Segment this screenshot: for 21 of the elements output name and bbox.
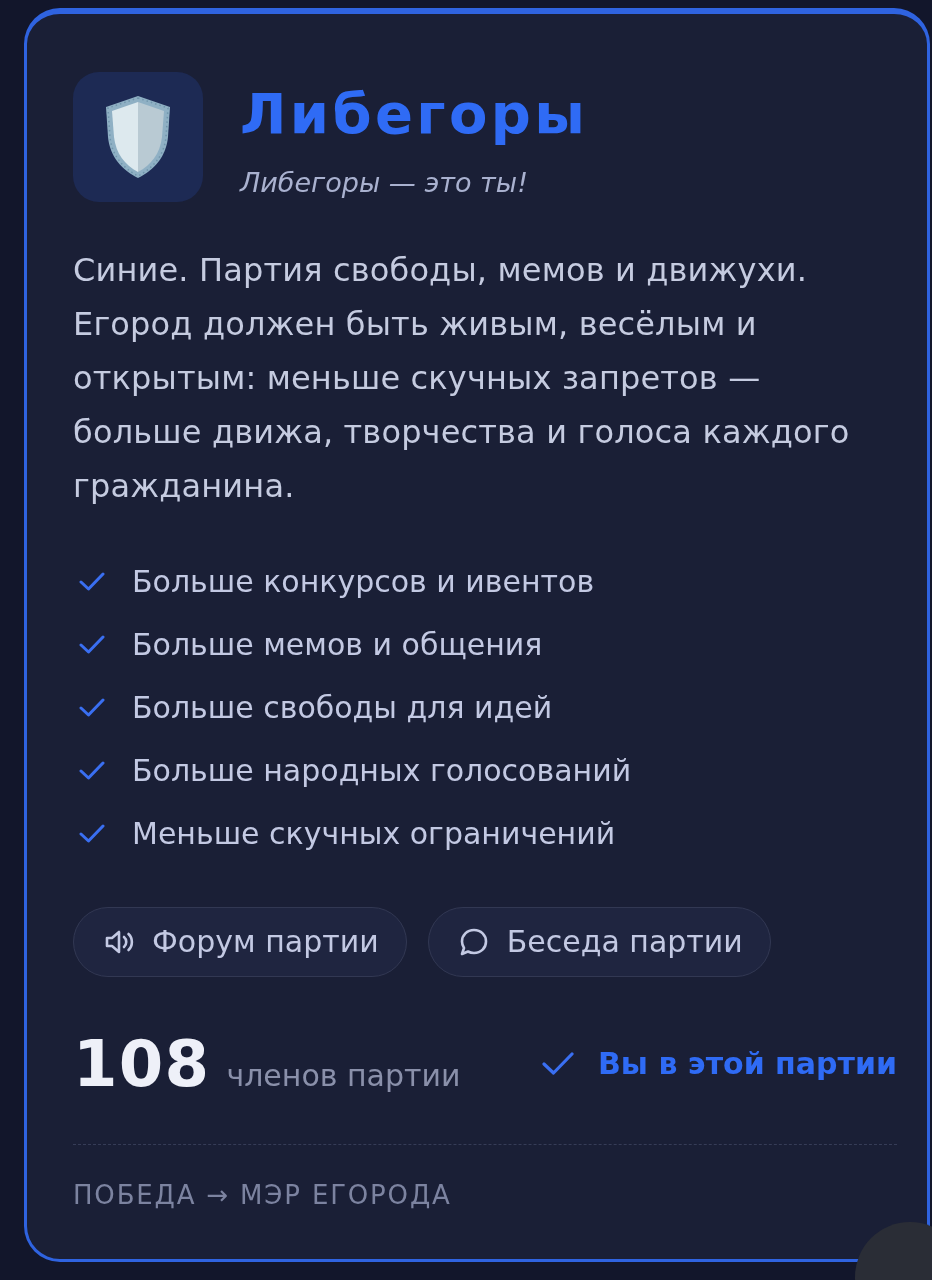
goal-text: Больше конкурсов и ивентов xyxy=(132,563,595,600)
chat-icon xyxy=(458,927,489,957)
goal-text: Больше свободы для идей xyxy=(132,689,553,726)
shield-icon xyxy=(73,72,203,202)
party-description: Синие. Партия свободы, мемов и движухи. Егород должен быть живым, весёлым и открытым: меньше скучных запретов — больше движа, творчества и голоса каждого гражданина. xyxy=(73,250,851,507)
speaker-icon xyxy=(104,929,134,955)
member-count: 108 xyxy=(73,1032,211,1096)
goal-text: Меньше скучных ограничений xyxy=(132,815,616,852)
goal-text: Больше народных голосований xyxy=(132,752,632,789)
forum-button[interactable]: Форум партии xyxy=(73,907,407,977)
chat-button[interactable]: Беседа партии xyxy=(427,907,771,977)
member-count-label: членов партии xyxy=(226,1061,461,1091)
check-icon xyxy=(79,697,105,718)
membership-status: Вы в этой партии xyxy=(598,1049,897,1079)
check-icon xyxy=(79,823,105,844)
footer-caption: ПОБЕДА → МЭР ЕГОРОДА xyxy=(73,1180,453,1210)
party-slogan: Либегоры — это ты! xyxy=(240,166,529,200)
check-icon xyxy=(79,571,105,592)
check-icon xyxy=(79,760,105,781)
check-icon xyxy=(79,634,105,655)
goal-text: Больше мемов и общения xyxy=(132,626,543,663)
